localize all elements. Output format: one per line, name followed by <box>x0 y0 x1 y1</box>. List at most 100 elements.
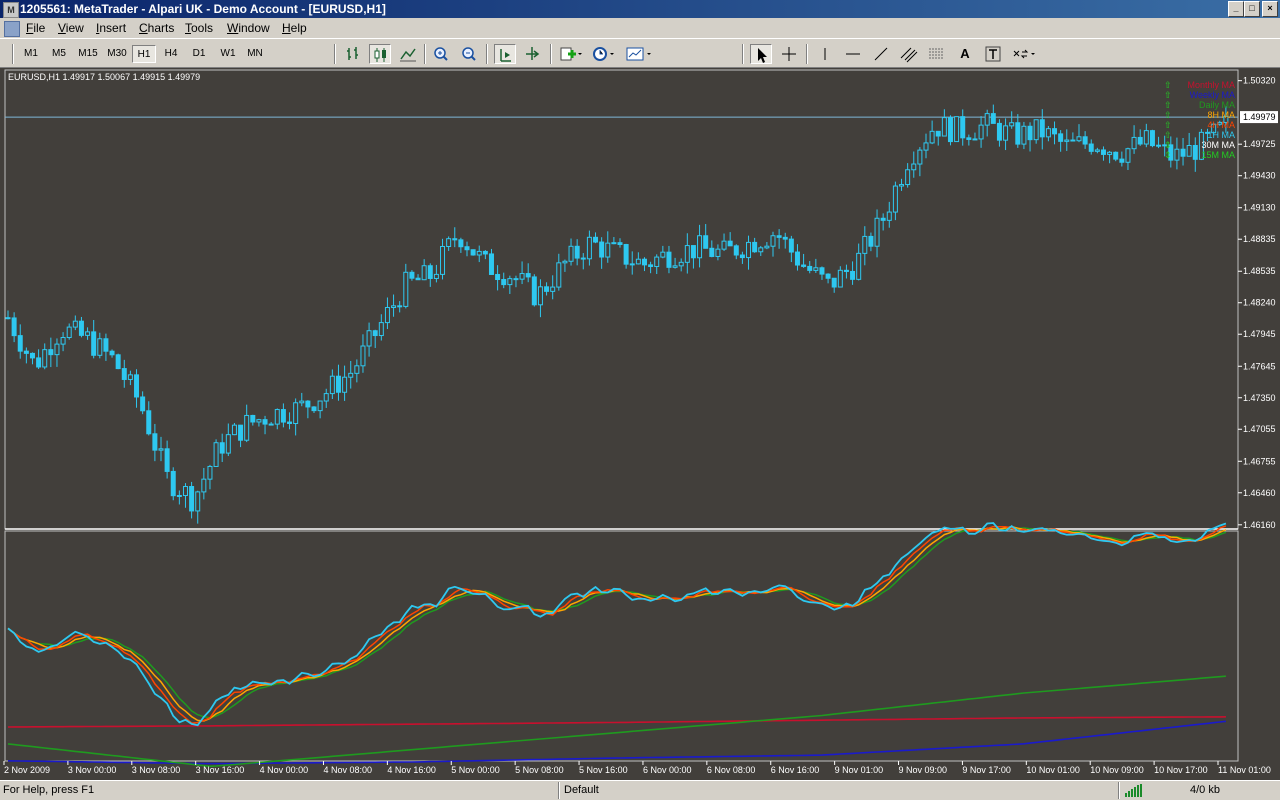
horizontal-line-icon[interactable] <box>842 44 864 64</box>
connection-status-icon <box>1125 784 1142 797</box>
chart-canvas[interactable]: 1.50320 1.49725 1.49430 1.49130 1.48835 1.485… <box>0 68 1280 780</box>
candle-body <box>513 278 519 281</box>
arrows-icon[interactable] <box>1010 44 1038 64</box>
ma-trend-arrow-icon: ⇧ <box>1164 80 1172 90</box>
timeframe-d1[interactable]: D1 <box>188 45 210 63</box>
candle-body <box>1076 136 1082 142</box>
candle-body <box>452 238 458 241</box>
candle-body <box>464 246 470 251</box>
candle-body <box>219 442 225 454</box>
chart-shift-icon[interactable] <box>494 44 516 64</box>
candle-body <box>641 258 647 266</box>
candle-body <box>715 248 721 257</box>
menu-view[interactable]: View <box>58 21 84 35</box>
metatrader-app-icon[interactable]: M <box>3 2 19 18</box>
toolbar-separator <box>486 44 488 64</box>
time-axis-label: 10 Nov 01:00 <box>1026 765 1080 775</box>
price-axis-label: 1.49130 <box>1243 203 1276 213</box>
candle-body <box>1045 128 1051 138</box>
candle-body <box>960 116 966 139</box>
candle-body <box>323 393 329 402</box>
price-axis-label: 1.47645 <box>1243 361 1276 371</box>
periodicity-icon[interactable] <box>590 44 616 64</box>
candle-body <box>801 264 807 267</box>
menu-file[interactable]: File <box>26 21 45 35</box>
profile-status[interactable]: Default <box>564 784 599 796</box>
timeframe-m5[interactable]: M5 <box>48 45 70 63</box>
cursor-icon[interactable] <box>750 44 772 64</box>
menu-charts[interactable]: Charts <box>139 21 174 35</box>
time-axis-label: 9 Nov 09:00 <box>899 765 948 775</box>
zoom-out-icon[interactable] <box>458 44 480 64</box>
chart-window[interactable]: 1.50320 1.49725 1.49430 1.49130 1.48835 1.485… <box>0 68 1280 780</box>
menu-tools[interactable]: Tools <box>185 21 213 35</box>
candle-body <box>923 142 929 151</box>
window-title: 1205561: MetaTrader - Alpari UK - Demo A… <box>20 2 386 16</box>
candle-body <box>739 254 745 259</box>
candlestick-icon[interactable] <box>369 44 391 64</box>
timeframe-mn[interactable]: MN <box>244 45 266 63</box>
candle-body <box>54 343 60 356</box>
ma-legend-label: 30M MA <box>1201 140 1235 150</box>
candle-body <box>23 350 29 354</box>
bar-chart-icon[interactable] <box>342 44 364 64</box>
candle-body <box>507 278 513 286</box>
time-axis-label: 9 Nov 01:00 <box>835 765 884 775</box>
candle-body <box>11 317 17 337</box>
timeframe-h1[interactable]: H1 <box>132 45 156 63</box>
ma-trend-arrow-icon: ⇧ <box>1164 110 1172 120</box>
candle-body <box>990 113 996 124</box>
candle-body <box>1027 125 1033 141</box>
crosshair-icon[interactable] <box>778 44 800 64</box>
templates-icon[interactable] <box>624 44 654 64</box>
time-axis-label: 5 Nov 00:00 <box>451 765 500 775</box>
timeframe-h4[interactable]: H4 <box>160 45 182 63</box>
menu-help[interactable]: Help <box>282 21 307 35</box>
candle-body <box>482 250 488 255</box>
timeframe-m30[interactable]: M30 <box>104 45 130 63</box>
candle-body <box>568 245 574 262</box>
candle-body <box>280 409 286 423</box>
candle-body <box>519 273 525 280</box>
candle-body <box>317 400 323 412</box>
candle-body <box>850 270 856 280</box>
candle-body <box>1052 128 1058 135</box>
ma-line-1h <box>7 522 1227 727</box>
candle-body <box>299 400 305 404</box>
timeframe-m15[interactable]: M15 <box>75 45 101 63</box>
chart-window-icon[interactable] <box>4 21 20 37</box>
time-axis-label: 4 Nov 16:00 <box>387 765 436 775</box>
vertical-line-icon[interactable] <box>814 44 836 64</box>
trendline-icon[interactable] <box>870 44 892 64</box>
equidistant-channel-icon[interactable] <box>898 44 920 64</box>
zoom-in-icon[interactable] <box>430 44 452 64</box>
indicators-icon[interactable] <box>558 44 584 64</box>
candle-body <box>929 130 935 144</box>
candle-body <box>17 335 23 352</box>
candle-body <box>152 433 158 451</box>
ma-line-daily-fast <box>7 527 1227 719</box>
candle-body <box>91 331 97 356</box>
candle-body <box>794 251 800 266</box>
timeframe-m1[interactable]: M1 <box>20 45 42 63</box>
minimize-button[interactable]: _ <box>1228 1 1244 17</box>
line-chart-icon[interactable] <box>397 44 419 64</box>
maximize-button[interactable]: □ <box>1244 1 1260 17</box>
candle-body <box>599 241 605 258</box>
candle-body <box>207 465 213 480</box>
timeframe-w1[interactable]: W1 <box>217 45 239 63</box>
text-icon[interactable]: A <box>954 44 976 64</box>
fibonacci-icon[interactable] <box>926 44 948 64</box>
price-pane-border <box>4 69 1239 530</box>
menu-insert[interactable]: Insert <box>96 21 126 35</box>
autoscroll-icon[interactable] <box>522 44 544 64</box>
text-label-icon[interactable] <box>982 44 1004 64</box>
candle-body <box>293 402 299 425</box>
candle-body <box>1119 158 1125 163</box>
candle-body <box>384 307 390 324</box>
menu-window[interactable]: Window <box>227 21 270 35</box>
candle-body <box>78 320 84 336</box>
candle-body <box>1064 139 1070 142</box>
close-button[interactable]: × <box>1262 1 1278 17</box>
candle-body <box>421 265 427 281</box>
